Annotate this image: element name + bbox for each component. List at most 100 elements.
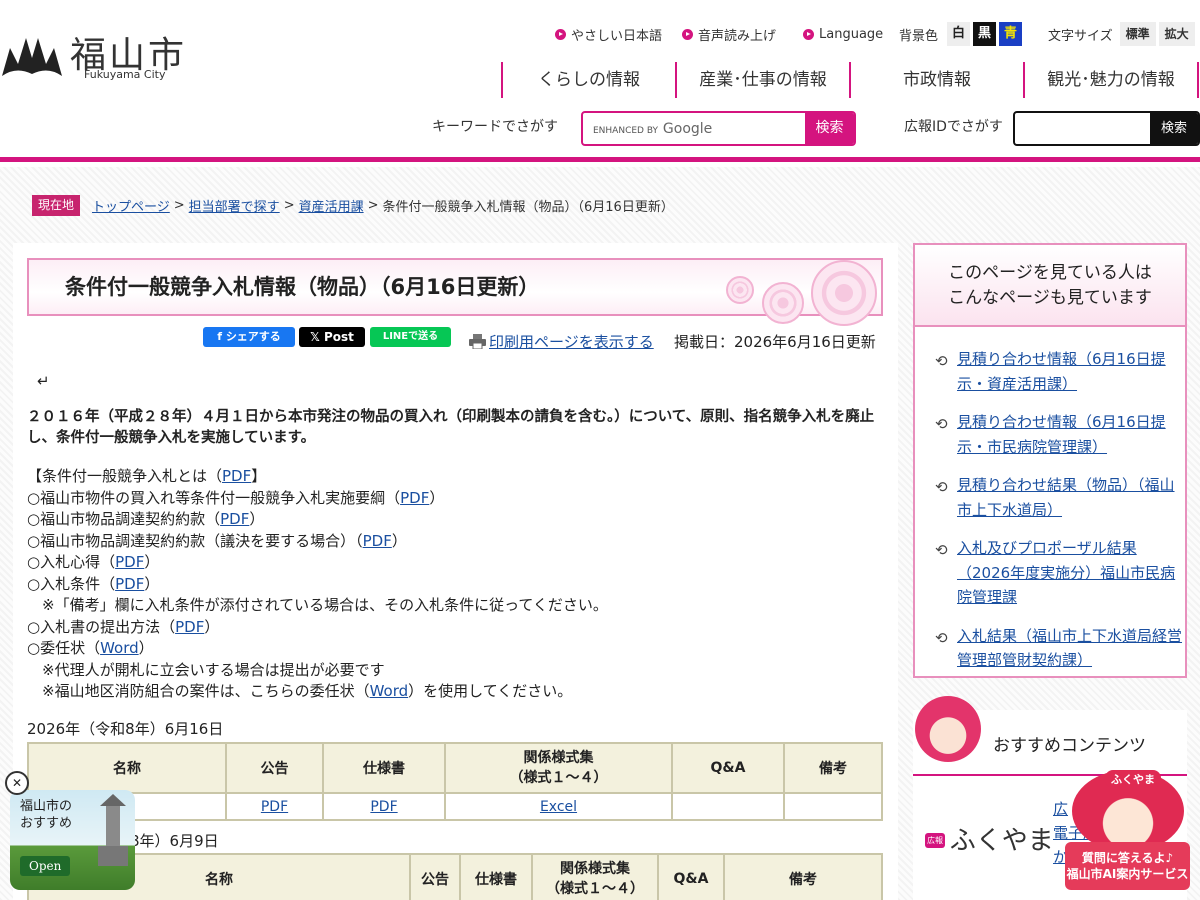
breadcrumb-top[interactable]: トップページ (92, 196, 170, 215)
kouhou-badge: 広報 (925, 833, 945, 848)
keyword-search-label: キーワードでさがす (432, 119, 558, 135)
bid-table-2: 名称 公告 仕様書 関係様式集 （様式１～４） Q&A 備考 (27, 853, 883, 900)
table-row: PDF PDF Excel (27, 792, 883, 821)
related-link[interactable]: 見積り合わせ情報（6月16日提示・資産活用課） (957, 350, 1166, 393)
doc-file-link[interactable]: PDF (400, 489, 429, 507)
doc-tail: ） (138, 639, 154, 657)
doc-text: ○入札書の提出方法（ (27, 617, 176, 636)
easy-japanese-label: やさしい日本語 (571, 28, 663, 44)
doc-file-link[interactable]: Word (100, 639, 139, 657)
related-link[interactable]: 見積り合わせ結果（物品）（福山市上下水道局） (957, 476, 1175, 519)
doc-file-link[interactable]: PDF (363, 532, 392, 550)
doc-line: ○入札心得（PDF） (27, 552, 887, 574)
forms-excel-link[interactable]: Excel (540, 799, 577, 815)
doc-file-link[interactable]: PDF (115, 553, 144, 571)
popup-title: 福山市の おすすめ (20, 798, 72, 832)
doc-text: ○福山市物品調達契約約款（議決を要する場合）（ (27, 531, 363, 550)
doc-text: ※福山地区消防組合の案件は、こちらの委任状（ (27, 682, 370, 700)
bg-color-label: 背景色 (899, 28, 939, 44)
breadcrumb-departments[interactable]: 担当部署で探す (189, 196, 280, 215)
nav-city-admin[interactable]: 市政情報 (851, 62, 1025, 98)
id-search-button[interactable]: 検索 (1150, 113, 1198, 144)
doc-text: ※「備考」欄に入札条件が添付されている場合は、その入札条件に従ってください。 (27, 596, 608, 614)
doc-line: 【条件付一般競争入札とは（PDF】 (27, 466, 887, 488)
ai-guide-line2: 福山市AI案内サービス (1066, 867, 1189, 881)
line-share-button[interactable]: LINEで送る (370, 327, 451, 347)
popup-title-line2: おすすめ (20, 816, 73, 831)
read-aloud-label: 音声読み上げ (698, 28, 777, 44)
main-content: 条件付一般競争入札情報（物品）（6月16日更新） f シェアする 𝕏 Post … (13, 243, 898, 900)
return-mark: ↵ (37, 372, 50, 390)
doc-text: ○福山市物件の買入れ等条件付一般競争入札実施要綱（ (27, 488, 401, 507)
language-label: Language (819, 26, 884, 42)
doc-file-link[interactable]: PDF (222, 467, 251, 485)
col-header-forms: 関係様式集 （様式１～４） (444, 742, 673, 794)
nav-tourism[interactable]: 観光･魅力の情報 (1025, 62, 1199, 98)
site-logo[interactable]: 福山市 Fukuyama City (0, 26, 200, 86)
font-size-group: 文字サイズ 標準 拡大 (1048, 22, 1195, 46)
bg-white-button[interactable]: 白 (947, 22, 971, 46)
doc-line: ○福山市物品調達契約約款（議決を要する場合）（PDF） (27, 531, 887, 553)
doc-tail: ） (144, 574, 160, 593)
facebook-share-label: シェアする (225, 330, 281, 343)
list-item: ⟲ 見積り合わせ結果（物品）（福山市上下水道局） (935, 473, 1185, 522)
id-search-input[interactable] (1015, 113, 1150, 144)
doc-tail: 】 (251, 467, 267, 485)
kouhou-brand: ふくやま (949, 826, 1054, 856)
breadcrumb-sep: > (283, 198, 295, 213)
popup-close-icon[interactable]: ✕ (5, 771, 29, 795)
recommend-popup[interactable]: 福山市の おすすめ Open (10, 790, 135, 890)
lighthouse-icon (98, 794, 128, 866)
google-brand-text: Google (662, 121, 713, 137)
notice-pdf-link[interactable]: PDF (261, 799, 288, 815)
bg-black-button[interactable]: 黒 (973, 22, 997, 46)
ai-guide-button[interactable]: 質問に答えるよ♪ 福山市AI案内サービス (1065, 842, 1190, 890)
language-link[interactable]: Language (803, 22, 883, 46)
doc-tail: ） (204, 617, 220, 636)
x-post-button[interactable]: 𝕏 Post (299, 327, 365, 347)
kouhou-fukuyama-banner[interactable]: 広報 ふくやま (925, 820, 1054, 857)
easy-japanese-link[interactable]: やさしい日本語 (555, 22, 662, 46)
doc-file-link[interactable]: PDF (115, 575, 144, 593)
search-input[interactable]: ENHANCED BY Google (593, 121, 712, 137)
doc-text: 【条件付一般競争入札とは（ (27, 467, 223, 485)
col-header-qa: Q&A (671, 742, 785, 794)
id-search-label: 広報IDでさがす (904, 119, 1003, 135)
col-header-notice: 公告 (409, 853, 461, 900)
col-header-remarks: 備考 (723, 853, 883, 900)
col-header-spec: 仕様書 (322, 742, 446, 794)
breadcrumb: 現在地 トップページ > 担当部署で探す > 資産活用課 > 条件付一般競争入札… (32, 195, 674, 216)
popup-title-line1: 福山市の (20, 799, 73, 814)
doc-text: ○入札条件（ (27, 574, 116, 593)
rose-decoration-icon (762, 282, 804, 324)
related-links-list: ⟲ 見積り合わせ情報（6月16日提示・資産活用課） ⟲ 見積り合わせ情報（6月16日… (915, 327, 1185, 673)
related-link[interactable]: 入札及びプロポーザル結果（2026年度実施分）福山市民病院管理課 (957, 539, 1175, 606)
spec-pdf-link[interactable]: PDF (370, 799, 397, 815)
related-link[interactable]: 入札結果（福山市上下水道局経営管理部管財契約課） (957, 627, 1182, 670)
reco-link-1[interactable]: 広 (1053, 798, 1068, 819)
font-size-large-button[interactable]: 拡大 (1158, 22, 1195, 46)
site-header: 福山市 Fukuyama City やさしい日本語 音声読み上げ Languag… (0, 0, 1200, 162)
doc-file-link[interactable]: Word (370, 682, 409, 700)
related-link[interactable]: 見積り合わせ情報（6月16日提示・市民病院管理課） (957, 413, 1166, 456)
doc-list: 【条件付一般競争入札とは（PDF】 ○福山市物件の買入れ等条件付一般競争入札実施要… (27, 466, 887, 703)
print-link[interactable]: 印刷用ページを表示する (469, 331, 654, 352)
popup-open-button[interactable]: Open (20, 856, 71, 876)
print-link-text[interactable]: 印刷用ページを表示する (489, 333, 654, 351)
breadcrumb-asset-division[interactable]: 資産活用課 (299, 196, 364, 215)
printer-icon (469, 334, 486, 350)
page-title-text: 条件付一般競争入札情報（物品）（6月16日更新） (65, 275, 540, 299)
bg-blue-button[interactable]: 青 (999, 22, 1023, 46)
cell-qa (671, 792, 785, 821)
facebook-share-button[interactable]: f シェアする (203, 327, 295, 347)
doc-file-link[interactable]: PDF (175, 618, 204, 636)
x-post-label: Post (323, 330, 354, 344)
breadcrumb-sep: > (173, 198, 185, 213)
read-aloud-link[interactable]: 音声読み上げ (682, 22, 776, 46)
nav-living[interactable]: くらしの情報 (503, 62, 677, 98)
font-size-standard-button[interactable]: 標準 (1119, 22, 1156, 46)
keyword-search-button[interactable]: 検索 (805, 113, 854, 144)
doc-file-link[interactable]: PDF (220, 510, 249, 528)
nav-industry[interactable]: 産業･仕事の情報 (677, 62, 851, 98)
doc-tail: ） (249, 510, 265, 528)
